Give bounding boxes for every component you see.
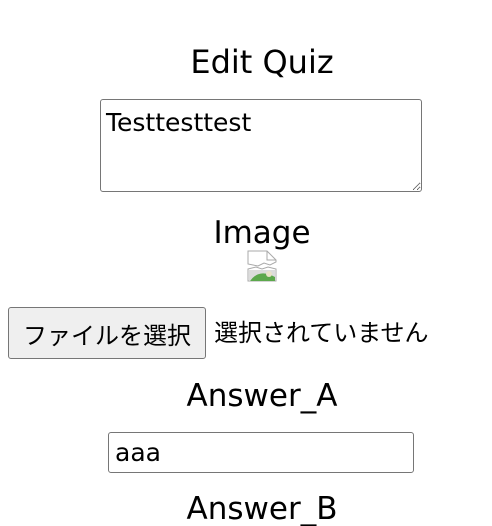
quiz-question-textarea[interactable]: Testtesttest xyxy=(100,99,422,192)
edit-quiz-page: Edit Quiz Testtesttest Image ファイルを選択 選択さ… xyxy=(0,0,492,526)
file-selection-status: 選択されていません xyxy=(214,319,429,347)
page-title: Edit Quiz xyxy=(190,43,334,81)
answer-b-label: Answer_B xyxy=(186,491,338,526)
broken-image-icon xyxy=(247,250,277,282)
answer-a-input[interactable] xyxy=(108,432,414,473)
answer-a-label: Answer_A xyxy=(186,378,338,414)
file-upload-row: ファイルを選択 選択されていません xyxy=(8,307,429,359)
choose-file-button[interactable]: ファイルを選択 xyxy=(8,307,206,359)
image-label: Image xyxy=(213,215,311,251)
